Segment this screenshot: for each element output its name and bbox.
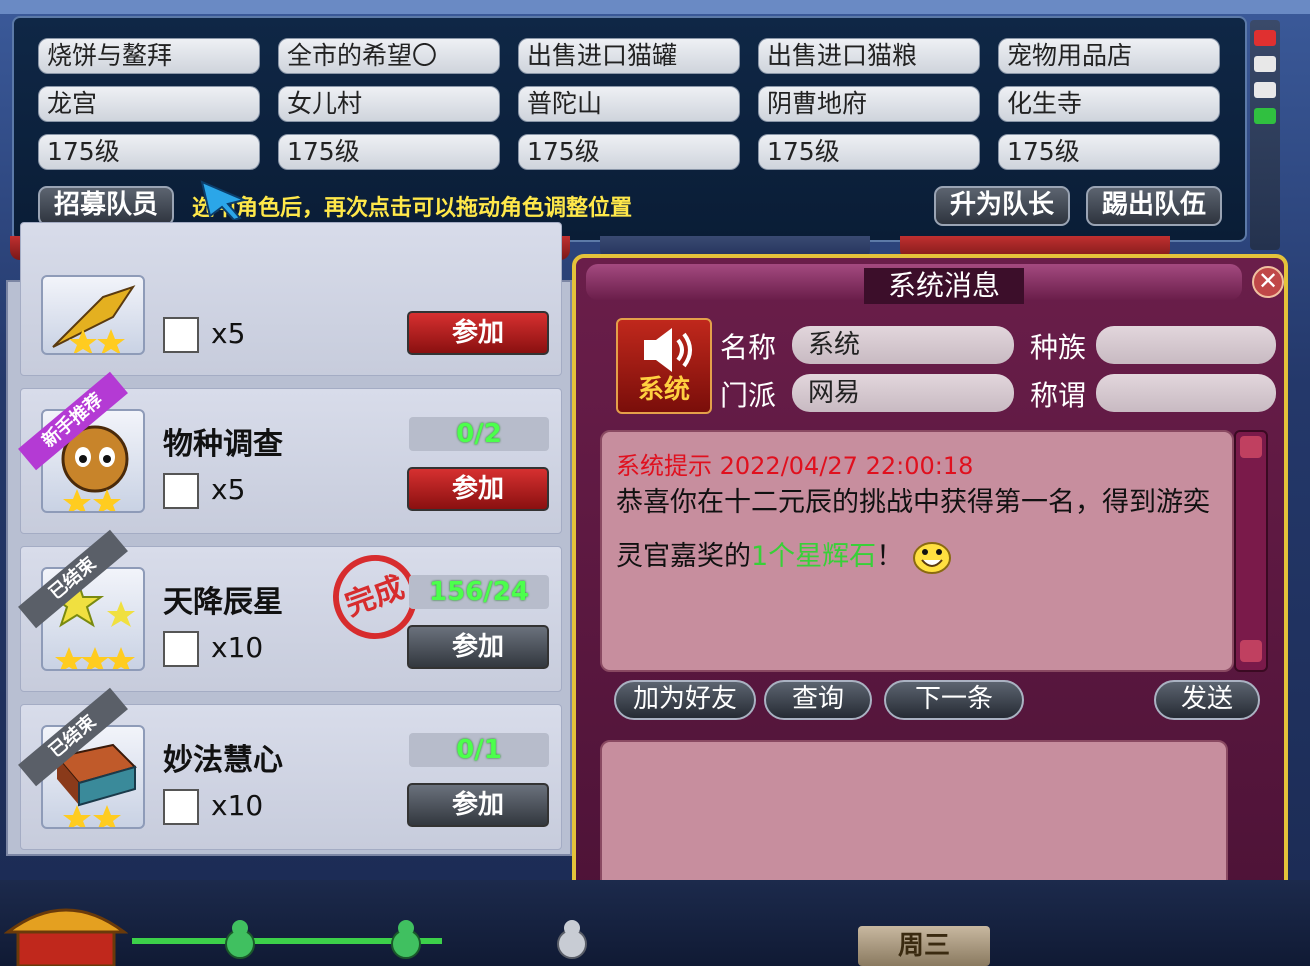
quest-item-2[interactable]: 新手推荐 物种调查 0/2 x5 参加 [18, 371, 562, 534]
top-strip [0, 0, 1310, 14]
avatar-label: 系统 [637, 375, 690, 405]
weekday-label: 周三 [858, 926, 990, 966]
reward-count: x5 [211, 473, 246, 506]
team-member-faction-1: 龙宫 [38, 86, 260, 122]
team-member-level-4: 175级 [758, 134, 980, 170]
team-member-name-4[interactable]: 出售进口猫粮 [758, 38, 980, 74]
reply-input[interactable] [600, 740, 1228, 900]
team-member-name-2[interactable]: 全市的希望〇 [278, 38, 500, 74]
quest-item-3[interactable]: 已结束 天降辰星 完成 156/24 x10 参加 [18, 529, 562, 692]
quest-list: x5 参加 新手推荐 物种调查 0/2 x5 参加 已结束 天降辰星 完成 15… [6, 222, 572, 856]
exp-bar [1254, 108, 1276, 124]
scroll-up-icon[interactable] [1240, 436, 1262, 458]
add-friend-button[interactable]: 加为好友 [614, 680, 756, 720]
quest-progress: 0/1 [409, 733, 549, 767]
close-icon[interactable]: ✕ [1252, 266, 1284, 298]
query-button[interactable]: 查询 [764, 680, 872, 720]
smiley-emoji-icon [912, 540, 952, 576]
team-member-level-3: 175级 [518, 134, 740, 170]
game-screen: 烧饼与鳌拜 全市的希望〇 出售进口猫罐 出售进口猫粮 宠物用品店 龙宫 女儿村 … [0, 0, 1310, 966]
title-value [1096, 374, 1276, 412]
reward-scroll-icon [163, 473, 199, 509]
hp-bar [1254, 30, 1276, 46]
pavilion-icon[interactable] [4, 892, 128, 966]
message-content-box: 系统提示 2022/04/27 22:00:18 恭喜你在十二元辰的挑战中获得第… [600, 430, 1234, 672]
faction-value: 网易 [792, 374, 1014, 412]
dialog-title-bar[interactable]: 系统消息 [586, 264, 1242, 304]
sp-bar [1254, 82, 1276, 98]
team-member-level-2: 175级 [278, 134, 500, 170]
message-text-end: ！ [876, 541, 904, 572]
race-label: 种族 [1030, 331, 1087, 364]
kick-member-button[interactable]: 踢出队伍 [1086, 186, 1222, 226]
name-value: 系统 [792, 326, 1014, 364]
message-scrollbar[interactable] [1234, 430, 1268, 672]
quest-icon-feather [41, 275, 145, 355]
team-member-name-5[interactable]: 宠物用品店 [998, 38, 1220, 74]
join-button[interactable]: 参加 [407, 625, 549, 669]
quest-progress: 0/2 [409, 417, 549, 451]
team-member-level-5: 175级 [998, 134, 1220, 170]
system-avatar: 系统 [616, 318, 712, 414]
right-side-toolbar [1250, 20, 1280, 250]
scroll-down-icon[interactable] [1240, 640, 1262, 662]
team-member-faction-4: 阴曹地府 [758, 86, 980, 122]
quest-name: 物种调查 [163, 427, 283, 462]
quest-item-1[interactable]: x5 参加 [20, 222, 562, 376]
quest-name: 妙法慧心 [163, 743, 283, 778]
bottom-hud [0, 880, 1310, 966]
team-member-faction-3: 普陀山 [518, 86, 740, 122]
team-member-faction-2: 女儿村 [278, 86, 500, 122]
quest-name: 天降辰星 [163, 585, 283, 620]
gourd-icon-1[interactable] [218, 916, 262, 960]
name-label: 名称 [720, 331, 777, 364]
team-member-name-3[interactable]: 出售进口猫罐 [518, 38, 740, 74]
team-member-name-1[interactable]: 烧饼与鳌拜 [38, 38, 260, 74]
join-button[interactable]: 参加 [407, 783, 549, 827]
quest-item-4[interactable]: 已结束 妙法慧心 0/1 x10 参加 [18, 687, 562, 850]
team-member-level-1: 175级 [38, 134, 260, 170]
reward-scroll-icon [163, 631, 199, 667]
team-member-faction-5: 化生寺 [998, 86, 1220, 122]
gourd-icon-3[interactable] [550, 916, 594, 960]
reward-count: x10 [211, 789, 264, 822]
reward-scroll-icon [163, 789, 199, 825]
cursor-arrow-icon [200, 180, 248, 220]
join-button[interactable]: 参加 [407, 311, 549, 355]
mp-bar [1254, 56, 1276, 72]
reward-scroll-icon [163, 317, 199, 353]
message-body: 恭喜你在十二元辰的挑战中获得第一名，得到游奕灵官嘉奖的1个星辉石！ [616, 476, 1216, 584]
dialog-title: 系统消息 [864, 268, 1024, 304]
drag-hint-text: 选中角色后，再次点击可以拖动角色调整位置 [192, 196, 633, 221]
reward-count: x10 [211, 631, 264, 664]
race-value [1096, 326, 1276, 364]
title-label: 称谓 [1030, 379, 1087, 412]
recruit-button[interactable]: 招募队员 [38, 186, 174, 226]
faction-label: 门派 [720, 379, 777, 412]
gourd-icon-2[interactable] [384, 916, 428, 960]
feather-icon [52, 285, 136, 353]
quest-progress: 156/24 [409, 575, 549, 609]
system-message-dialog: 系统消息 ✕ 系统 名称 系统 种族 门派 网易 称谓 系统提示 2022/04… [572, 254, 1288, 942]
send-button[interactable]: 发送 [1154, 680, 1260, 720]
reward-count: x5 [211, 317, 246, 350]
next-message-button[interactable]: 下一条 [884, 680, 1024, 720]
promote-leader-button[interactable]: 升为队长 [934, 186, 1070, 226]
reward-item-link[interactable]: 1个星辉石 [751, 541, 876, 572]
join-button[interactable]: 参加 [407, 467, 549, 511]
